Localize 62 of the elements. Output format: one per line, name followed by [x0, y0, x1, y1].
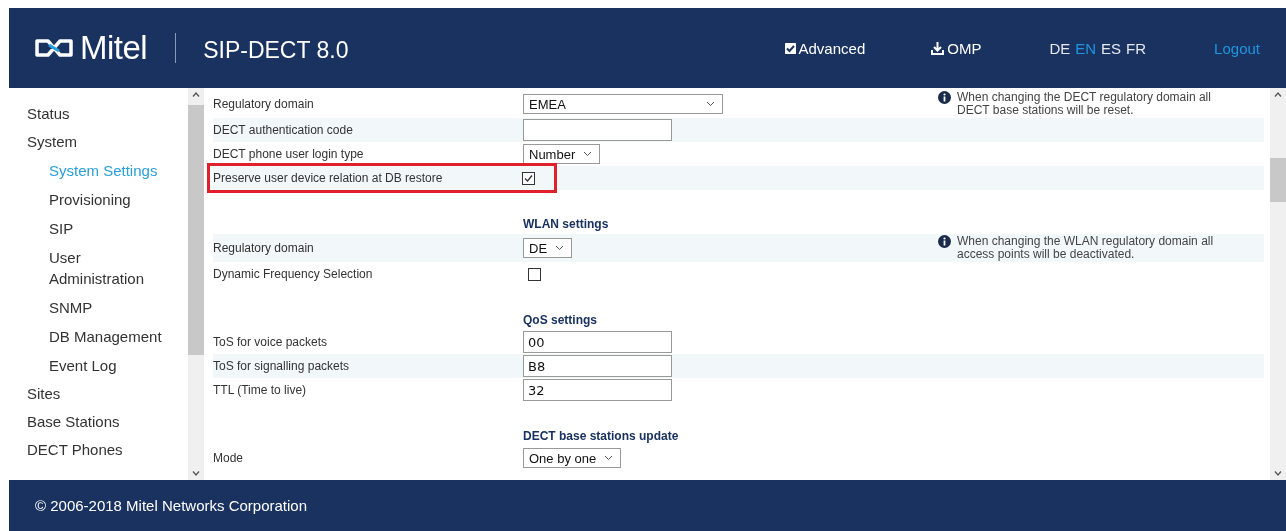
checkbox[interactable]: [522, 171, 535, 185]
field-label: DECT phone user login type: [213, 147, 364, 161]
section-heading: WLAN settings: [523, 217, 609, 231]
field-label: ToS for signalling packets: [213, 359, 350, 373]
nav-item[interactable]: DECT Phones: [27, 436, 188, 464]
dropdown[interactable]: DE: [523, 238, 573, 258]
nav-item[interactable]: Base Stations: [27, 408, 188, 436]
input-field[interactable]: [523, 119, 672, 141]
advanced-toggle[interactable]: Advanced: [784, 39, 866, 57]
input-field[interactable]: 32: [523, 379, 672, 401]
field-label: DECT authentication code: [213, 123, 353, 137]
chevron-icon: [604, 455, 614, 461]
field-label: ToS for voice packets: [213, 335, 328, 349]
nav-item[interactable]: Provisioning: [27, 185, 174, 214]
chevron-icon: [706, 101, 715, 107]
scroll-thumb[interactable]: [188, 105, 204, 355]
checkbox[interactable]: [528, 267, 541, 281]
language-link[interactable]: EN: [1075, 39, 1097, 57]
dropdown[interactable]: EMEA: [523, 94, 723, 114]
nav-item[interactable]: SNMP: [27, 293, 174, 322]
info-icon: [938, 235, 951, 248]
scroll-up-icon: [192, 92, 200, 97]
nav-item[interactable]: SIP: [27, 214, 174, 243]
nav-item[interactable]: User Administration: [27, 243, 174, 293]
scroll-thumb[interactable]: [1270, 158, 1286, 202]
product-title: SIP-DECT 8.0: [203, 36, 349, 64]
scroll-down-icon: [1274, 471, 1282, 476]
scrollbar[interactable]: [188, 88, 204, 480]
logout-link[interactable]: Logout: [1214, 39, 1260, 57]
logo-icon: [34, 37, 74, 59]
input-field[interactable]: B8: [523, 355, 672, 377]
scroll-up-icon: [1274, 92, 1282, 97]
field-label: Preserve user device relation at DB restore: [213, 171, 443, 185]
language-link[interactable]: DE: [1049, 39, 1071, 57]
language-link[interactable]: ES: [1101, 39, 1122, 57]
nav-item[interactable]: Event Log: [27, 351, 174, 380]
section-heading: DECT base stations update: [523, 429, 679, 443]
nav-item[interactable]: DB Management: [27, 322, 174, 351]
scroll-down-icon: [192, 471, 200, 476]
section-heading: QoS settings: [523, 313, 597, 327]
info-icon: [938, 91, 951, 104]
info-text: When changing the DECT regulatory domain all DECT base stations will be reset.: [957, 91, 1212, 117]
language-link[interactable]: FR: [1126, 39, 1147, 57]
field-label: Mode: [213, 451, 244, 465]
chevron-icon: [583, 151, 593, 157]
field-label: Dynamic Frequency Selection: [213, 267, 373, 281]
field-label: TTL (Time to live): [213, 383, 307, 397]
info-text: When changing the WLAN regulatory domain all access points will be deactivated.: [957, 235, 1215, 261]
field-label: Regulatory domain: [213, 97, 314, 111]
field-label: Regulatory domain: [213, 241, 314, 255]
logo-text: Mitel: [80, 29, 148, 67]
nav-item[interactable]: Sites: [27, 380, 188, 408]
download-icon: [931, 41, 945, 55]
scrollbar[interactable]: [1270, 88, 1286, 480]
chevron-icon: [555, 245, 565, 251]
copyright-text: © 2006-2018 Mitel Networks Corporation: [35, 497, 307, 514]
nav-item[interactable]: Status: [27, 100, 188, 128]
dropdown[interactable]: Number: [523, 144, 601, 164]
dropdown[interactable]: One by one: [523, 448, 622, 468]
nav-item[interactable]: System: [27, 128, 188, 156]
download-link[interactable]: OMP: [931, 39, 982, 57]
input-field[interactable]: 00: [523, 331, 672, 353]
